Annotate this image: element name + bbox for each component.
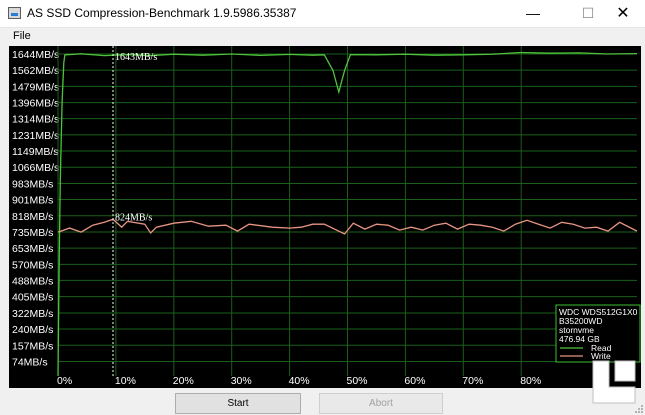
y-tick-label: 322MB/s bbox=[12, 308, 53, 320]
legit-reviews-logo bbox=[592, 360, 636, 404]
x-tick-label: 0% bbox=[57, 375, 72, 387]
x-tick-label: 40% bbox=[289, 375, 310, 387]
y-tick-label: 1231MB/s bbox=[12, 130, 59, 142]
y-tick-label: 570MB/s bbox=[12, 259, 53, 271]
cursor-value-write: 824MB/s bbox=[115, 213, 152, 224]
y-tick-label: 1479MB/s bbox=[12, 81, 59, 93]
x-tick-label: 70% bbox=[462, 375, 483, 387]
y-tick-label: 818MB/s bbox=[12, 211, 53, 223]
y-tick-label: 653MB/s bbox=[12, 243, 53, 255]
x-tick-label: 20% bbox=[173, 375, 194, 387]
x-tick-label: 60% bbox=[404, 375, 425, 387]
menu-file[interactable]: File bbox=[13, 30, 31, 42]
abort-button[interactable]: Abort bbox=[319, 393, 443, 414]
app-icon bbox=[8, 7, 21, 19]
window-title: AS SSD Compression-Benchmark 1.9.5986.35… bbox=[27, 6, 297, 20]
title-bar: AS SSD Compression-Benchmark 1.9.5986.35… bbox=[0, 0, 645, 28]
close-button[interactable]: ✕ bbox=[601, 0, 645, 27]
benchmark-chart: 1644MB/s 1562MB/s 1479MB/s 1396MB/s 1314MB/s… bbox=[9, 46, 641, 388]
y-tick-label: 488MB/s bbox=[12, 275, 53, 287]
y-tick-label: 1562MB/s bbox=[12, 65, 59, 77]
y-tick-label: 240MB/s bbox=[12, 324, 53, 336]
y-tick-label: 735MB/s bbox=[12, 227, 53, 239]
y-tick-label: 1396MB/s bbox=[12, 98, 59, 110]
x-tick-label: 80% bbox=[520, 375, 541, 387]
minimize-button[interactable]: — bbox=[511, 0, 555, 27]
y-tick-label: 1066MB/s bbox=[12, 162, 59, 174]
x-tick-label: 30% bbox=[231, 375, 252, 387]
x-tick-label: 10% bbox=[115, 375, 136, 387]
x-tick-label: 50% bbox=[347, 375, 368, 387]
start-button[interactable]: Start bbox=[175, 393, 301, 414]
y-tick-label: 983MB/s bbox=[12, 178, 53, 190]
y-tick-label: 405MB/s bbox=[12, 292, 53, 304]
y-tick-label: 157MB/s bbox=[12, 340, 53, 352]
y-tick-label: 74MB/s bbox=[12, 357, 48, 369]
y-tick-label: 901MB/s bbox=[12, 195, 53, 207]
cursor-value-read: 1643MB/s bbox=[115, 52, 157, 63]
menu-bar: File bbox=[0, 27, 645, 46]
resize-grip[interactable] bbox=[634, 404, 644, 414]
y-tick-label: 1149MB/s bbox=[12, 146, 59, 158]
y-tick-label: 1314MB/s bbox=[12, 114, 59, 126]
y-tick-label: 1644MB/s bbox=[12, 49, 59, 61]
